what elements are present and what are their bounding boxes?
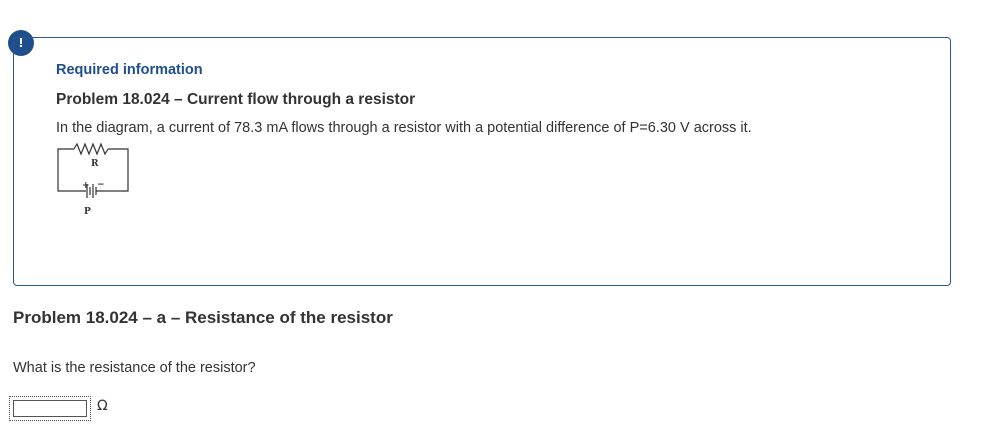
battery-minus-label: − — [97, 180, 105, 190]
circuit-diagram: R + − P — [57, 142, 129, 217]
resistor-icon — [73, 142, 109, 156]
problem-description: In the diagram, a current of 78.3 mA flo… — [56, 120, 752, 136]
resistor-label: R — [91, 159, 99, 169]
part-title: Problem 18.024 – a – Resistance of the r… — [13, 308, 393, 327]
problem-title: Problem 18.024 – Current flow through a … — [56, 91, 416, 108]
answer-focus-outline — [9, 396, 91, 421]
question-text: What is the resistance of the resistor? — [13, 360, 256, 376]
required-information-heading: Required information — [56, 62, 203, 78]
unit-label: Ω — [97, 398, 108, 414]
battery-plus-label: + — [82, 181, 90, 191]
battery-label: P — [84, 207, 91, 217]
resistance-answer-input[interactable] — [13, 400, 87, 417]
